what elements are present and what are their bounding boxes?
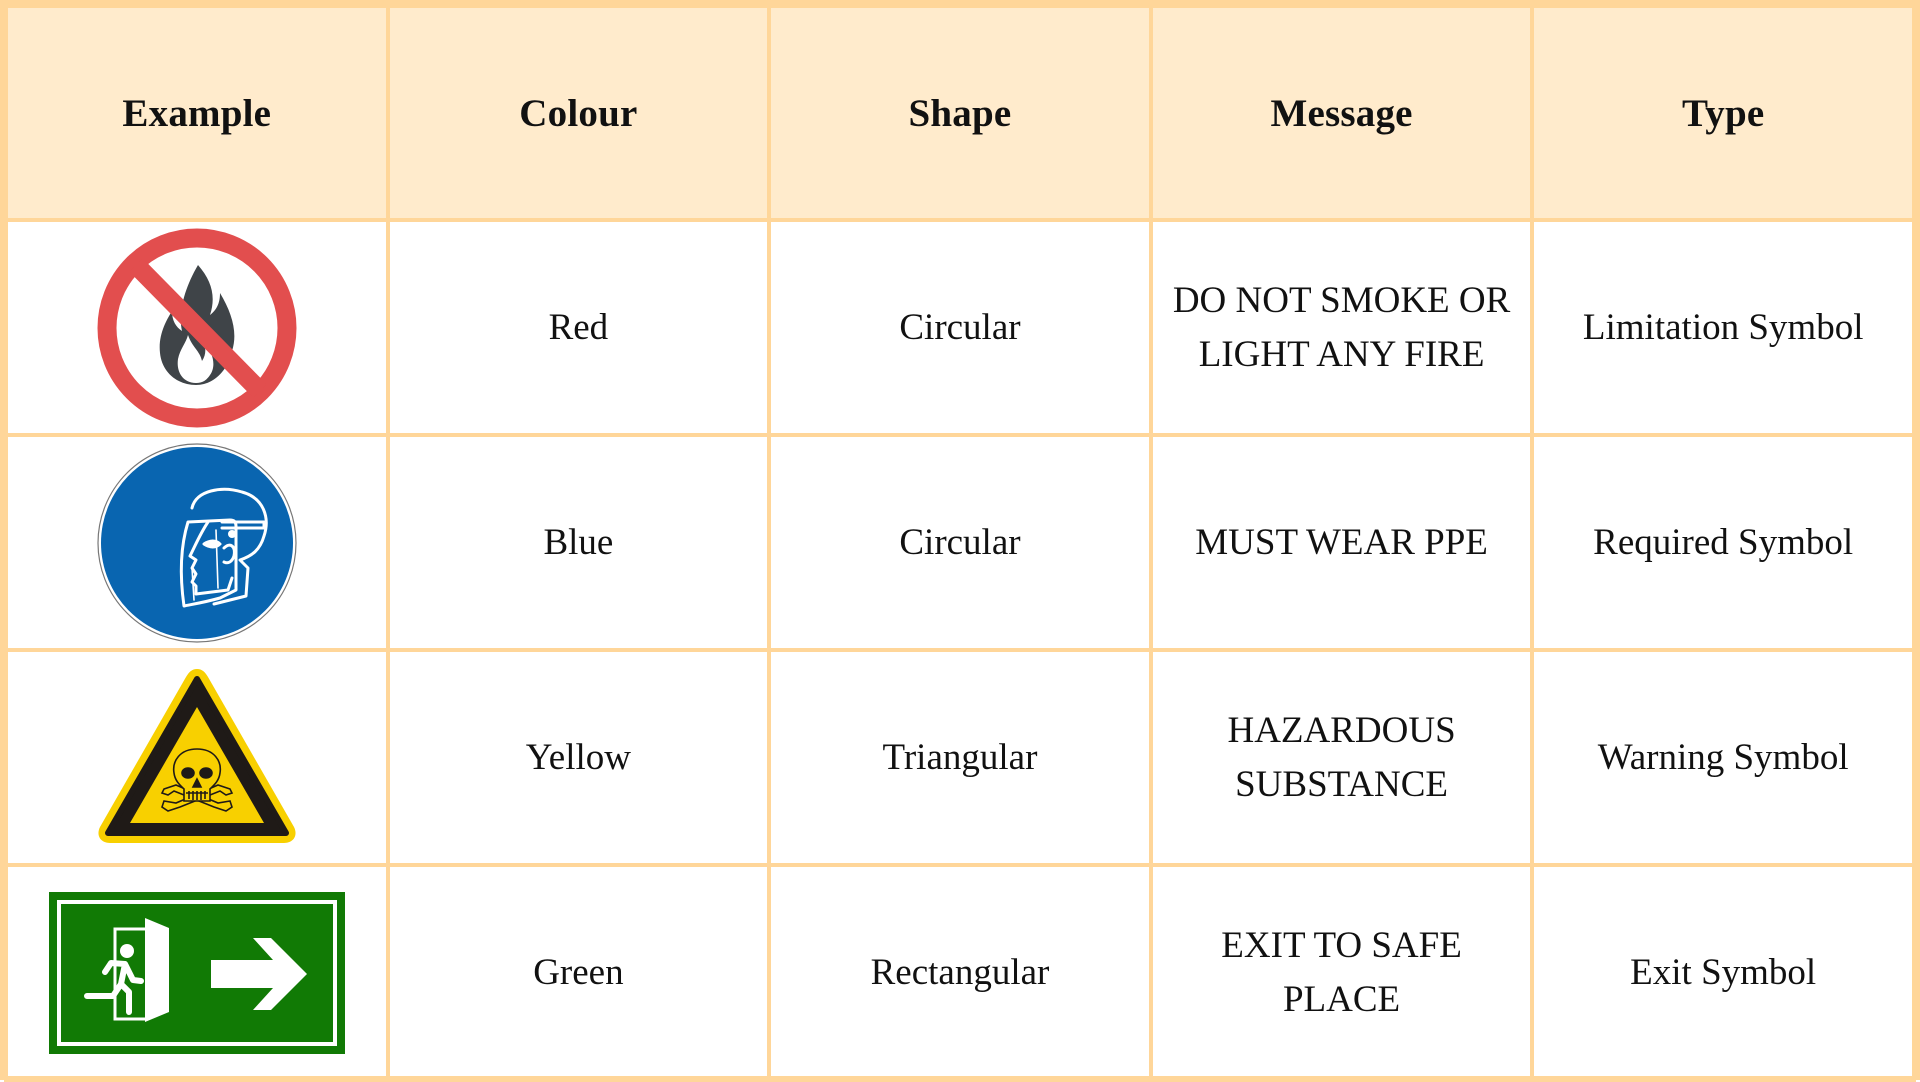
message-cell: HAZARDOUS SUBSTANCE (1148, 648, 1535, 867)
table-row: Blue Circular MUST WEAR PPE Required Sym… (4, 433, 1916, 652)
message-cell: EXIT TO SAFE PLACE (1148, 863, 1535, 1082)
emergency-exit-sign-icon (48, 891, 345, 1054)
example-cell (4, 863, 390, 1082)
colour-cell: Green (385, 863, 772, 1082)
message-line: HAZARDOUS (1227, 709, 1456, 751)
example-cell (4, 433, 390, 652)
type-cell: Exit Symbol (1530, 863, 1916, 1082)
colour-cell: Yellow (385, 648, 772, 867)
safety-signs-table-sheet: Example Colour Shape Message Type Red Ci… (0, 0, 1920, 1082)
table-header-row: Example Colour Shape Message Type (4, 4, 1916, 222)
example-cell (4, 218, 390, 437)
header-shape: Shape (767, 4, 1153, 222)
header-message: Message (1148, 4, 1535, 222)
type-cell: Limitation Symbol (1530, 218, 1916, 437)
table-row: Green Rectangular EXIT TO SAFE PLACE Exi… (4, 863, 1916, 1082)
header-example: Example (4, 4, 390, 222)
colour-cell: Red (385, 218, 772, 437)
table-row: Red Circular DO NOT SMOKE OR LIGHT ANY F… (4, 218, 1916, 437)
no-fire-prohibition-sign-icon (97, 228, 297, 427)
header-colour: Colour (385, 4, 772, 222)
type-cell: Required Symbol (1530, 433, 1916, 652)
message-line: SUBSTANCE (1235, 763, 1449, 805)
shape-cell: Circular (767, 433, 1153, 652)
message-cell: DO NOT SMOKE OR LIGHT ANY FIRE (1148, 218, 1535, 437)
table-row: Yellow Triangular HAZARDOUS SUBSTANCE Wa… (4, 648, 1916, 867)
shape-cell: Rectangular (767, 863, 1153, 1082)
message-line: LIGHT ANY FIRE (1198, 333, 1485, 375)
message-line: EXIT TO SAFE (1221, 924, 1462, 966)
face-shield-mandatory-sign-icon (97, 442, 297, 643)
toxic-skull-warning-sign-icon (98, 668, 296, 843)
colour-cell: Blue (385, 433, 772, 652)
example-cell (4, 648, 390, 867)
message-line: DO NOT SMOKE OR (1172, 279, 1511, 321)
message-cell: MUST WEAR PPE (1148, 433, 1535, 652)
shape-cell: Circular (767, 218, 1153, 437)
type-cell: Warning Symbol (1530, 648, 1916, 867)
header-type: Type (1530, 4, 1916, 222)
safety-signs-table: Example Colour Shape Message Type Red Ci… (4, 4, 1916, 1082)
message-line: PLACE (1282, 978, 1401, 1020)
shape-cell: Triangular (767, 648, 1153, 867)
message-line: MUST WEAR PPE (1195, 521, 1488, 563)
